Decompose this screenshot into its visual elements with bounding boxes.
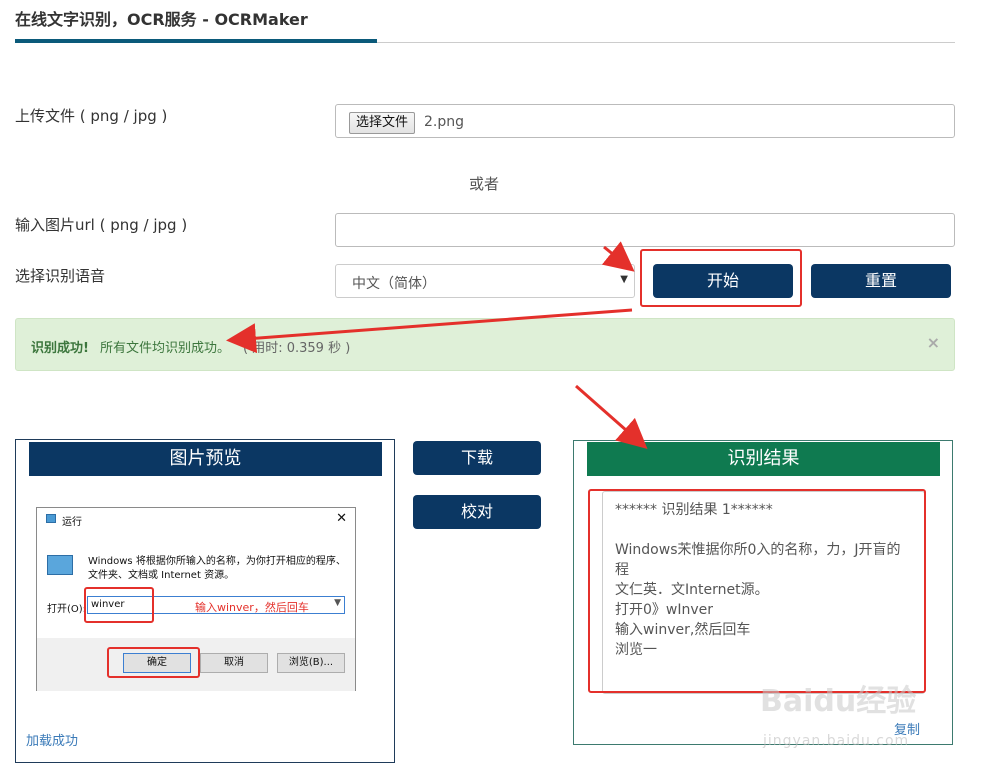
- result-highlight: [588, 489, 926, 693]
- close-icon: ✕: [336, 511, 347, 526]
- success-alert: 识别成功! 所有文件均识别成功。 ( 用时: 0.359 秒 ) ×: [15, 318, 955, 371]
- upload-label: 上传文件 ( png / jpg ): [15, 107, 168, 125]
- ok-highlight: [107, 647, 200, 678]
- close-icon[interactable]: ×: [927, 333, 940, 352]
- run-dialog-description-line2: 文件夹、文档或 Internet 资源。: [88, 570, 235, 581]
- image-preview-panel: 图片预览 运行 ✕ Windows 将根据你所输入的名称，为你打开相应的程序、 …: [15, 439, 395, 763]
- arrow-to-result: [575, 384, 648, 449]
- chevron-down-icon: ▼: [334, 598, 341, 608]
- run-browse-button: 浏览(B)...: [277, 653, 345, 673]
- page-title: 在线文字识别，OCR服务 - OCRMaker: [15, 10, 308, 29]
- run-dialog-title: 运行: [62, 517, 82, 528]
- run-program-icon: [47, 555, 73, 575]
- watermark-url: jingyan.baidu.com: [763, 733, 910, 749]
- annotation-hint: 输入winver，然后回车: [195, 601, 309, 614]
- alert-message: 所有文件均识别成功。: [100, 341, 231, 356]
- choose-file-button[interactable]: 选择文件: [349, 112, 416, 134]
- proofread-button[interactable]: 校对: [413, 495, 541, 529]
- url-label: 输入图片url ( png / jpg ): [15, 216, 188, 234]
- file-input[interactable]: 选择文件 2.png: [335, 104, 955, 138]
- start-button-highlight: [640, 249, 802, 307]
- language-selected-value: 中文（简体）: [352, 276, 436, 292]
- image-url-input[interactable]: [335, 213, 955, 247]
- language-label: 选择识别语音: [15, 267, 106, 285]
- chevron-down-icon: ▼: [620, 274, 628, 285]
- alert-strong-text: 识别成功!: [31, 341, 89, 356]
- run-dialog-titlebar: 运行 ✕: [37, 508, 355, 530]
- alert-elapsed-time: ( 用时: 0.359 秒 ): [243, 341, 351, 356]
- run-dialog-description-line1: Windows 将根据你所输入的名称，为你打开相应的程序、: [88, 556, 346, 567]
- result-title: 识别结果: [587, 442, 940, 476]
- run-open-label: 打开(O):: [47, 604, 87, 615]
- watermark-logo: Baidu经验: [760, 684, 917, 719]
- language-select[interactable]: 中文（简体） ▼: [335, 264, 635, 298]
- load-status: 加载成功: [26, 734, 79, 749]
- or-separator: 或者: [469, 175, 500, 193]
- run-icon: [46, 514, 56, 523]
- preview-title: 图片预览: [29, 442, 382, 476]
- title-accent-bar: [15, 39, 377, 43]
- reset-button[interactable]: 重置: [811, 264, 951, 298]
- download-button[interactable]: 下载: [413, 441, 541, 475]
- input-highlight: [84, 587, 154, 623]
- selected-file-name: 2.png: [424, 114, 465, 130]
- run-cancel-button: 取消: [200, 653, 268, 673]
